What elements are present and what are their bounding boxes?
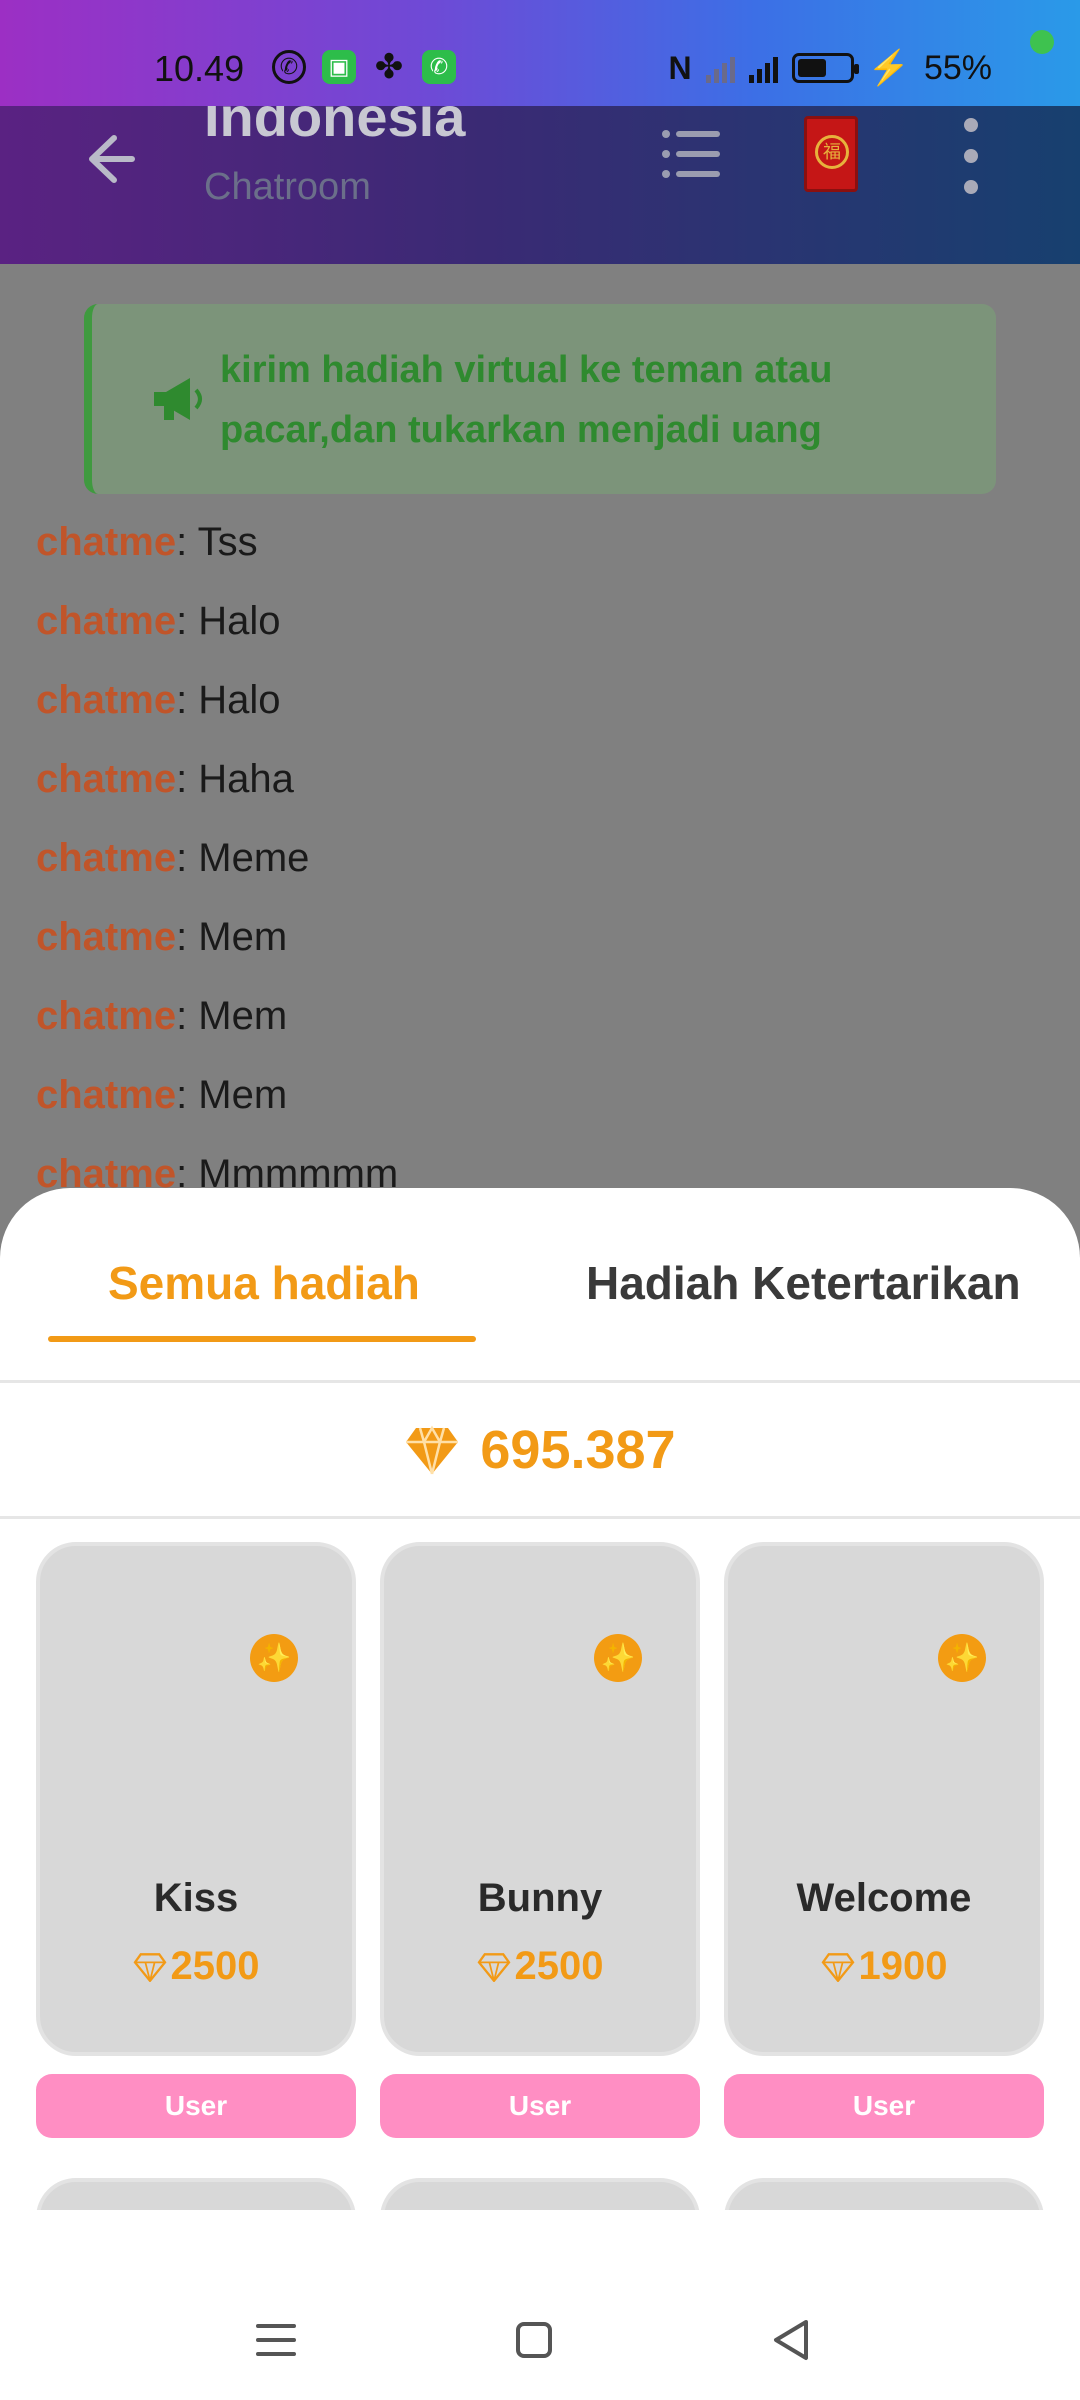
chat-username[interactable]: chatme <box>36 599 176 643</box>
chat-username[interactable]: chatme <box>36 520 176 564</box>
back-triangle-icon[interactable] <box>762 2310 822 2370</box>
gift-price: 2500 <box>40 1944 352 1989</box>
chat-text: : Mem <box>176 994 288 1038</box>
nfc-icon: N <box>668 49 692 86</box>
gift-tag-user: User <box>724 2074 1044 2138</box>
gift-price-value: 2500 <box>170 1944 260 1988</box>
system-indicators: N ⚡ 55% <box>668 48 992 88</box>
diamond-icon <box>406 1425 459 1475</box>
gift-card-partial[interactable] <box>36 2178 356 2210</box>
privacy-indicator-dot <box>1030 30 1054 54</box>
signal-4g-icon <box>748 53 778 83</box>
signal-sim1-icon <box>705 53 735 83</box>
gift-tag-user: User <box>36 2074 356 2138</box>
chat-text: : Halo <box>176 678 281 722</box>
diamond-icon <box>821 1952 854 1982</box>
room-subtitle: Chatroom <box>204 166 371 208</box>
battery-icon <box>791 53 859 83</box>
chat-username[interactable]: chatme <box>36 678 176 722</box>
gift-card-welcome[interactable]: ✨ Welcome 1900 <box>724 1542 1044 2056</box>
home-icon[interactable] <box>504 2310 564 2370</box>
chat-message: chatme: Halo <box>36 678 281 723</box>
active-tab-indicator <box>48 1336 476 1342</box>
sparkle-icon: ✨ <box>594 1634 642 1682</box>
diamond-icon <box>477 1952 510 1982</box>
battery-percent: 55% <box>923 48 992 87</box>
chat-message: chatme: Mem <box>36 994 287 1039</box>
gift-name: Welcome <box>796 1876 972 1920</box>
gift-price: 1900 <box>728 1944 1040 1989</box>
status-bar: 10.49 ✆ ▣ ✤ ✆ N ⚡ 55% <box>0 0 1080 106</box>
megaphone-icon <box>154 378 202 420</box>
balance-amount: 695.387 <box>480 1420 676 1480</box>
diamond-balance: 695.387 <box>0 1382 1080 1518</box>
chat-text: : Tss <box>176 520 258 564</box>
chat-text: : Halo <box>176 599 281 643</box>
chat-message: chatme: Halo <box>36 599 281 644</box>
chat-username[interactable]: chatme <box>36 757 176 801</box>
announcement-banner: kirim hadiah virtual ke teman atau pacar… <box>84 304 996 494</box>
divider <box>0 1516 1080 1519</box>
gift-price-value: 1900 <box>858 1944 948 1988</box>
whatsapp-icon: ✆ <box>272 50 306 84</box>
announcement-text: kirim hadiah virtual ke teman atau pacar… <box>220 349 833 451</box>
gift-price: 2500 <box>384 1944 696 1989</box>
app-bar: Indonesia Chatroom 福 <box>0 85 1080 264</box>
red-envelope-icon[interactable]: 福 <box>804 116 858 192</box>
gift-name: Kiss <box>153 1876 239 1920</box>
chat-message: chatme: Mem <box>36 915 287 960</box>
gift-tag-user: User <box>380 2074 700 2138</box>
chat-message: chatme: Haha <box>36 757 294 802</box>
gift-card-kiss[interactable]: ✨ Kiss 2500 <box>36 1542 356 2056</box>
charging-icon: ⚡ <box>867 49 910 87</box>
gift-price-value: 2500 <box>514 1944 604 1988</box>
sparkle-icon: ✨ <box>250 1634 298 1682</box>
sparkle-icon: ✨ <box>938 1634 986 1682</box>
gift-card-partial[interactable] <box>724 2178 1044 2210</box>
chat-username[interactable]: chatme <box>36 836 176 880</box>
app-notification-icon: ▣ <box>322 50 356 84</box>
tab-all-gifts[interactable]: Semua hadiah <box>108 1256 420 1310</box>
gift-card-bunny[interactable]: ✨ Bunny 2500 <box>380 1542 700 2056</box>
status-time: 10.49 <box>154 48 245 89</box>
chat-username[interactable]: chatme <box>36 915 176 959</box>
chat-area: kirim hadiah virtual ke teman atau pacar… <box>0 264 1080 1264</box>
chat-text: : Haha <box>176 757 294 801</box>
back-arrow-icon[interactable] <box>74 124 144 194</box>
notification-icons: ✆ ▣ ✤ ✆ <box>272 48 456 86</box>
gift-sheet: Semua hadiah Hadiah Ketertarikan 695.387… <box>0 1188 1080 2210</box>
more-vert-icon[interactable] <box>956 118 986 194</box>
pinwheel-icon: ✤ <box>374 48 404 86</box>
chat-message: chatme: Tss <box>36 520 258 565</box>
tab-interest-gifts[interactable]: Hadiah Ketertarikan <box>586 1256 1021 1310</box>
chat-text: : Mem <box>176 1073 288 1117</box>
chat-message: chatme: Meme <box>36 836 309 881</box>
chat-username[interactable]: chatme <box>36 1073 176 1117</box>
gift-card-partial[interactable] <box>380 2178 700 2210</box>
list-icon[interactable] <box>660 126 724 182</box>
phone-call-icon: ✆ <box>422 50 456 84</box>
chat-text: : Meme <box>176 836 310 880</box>
chat-username[interactable]: chatme <box>36 994 176 1038</box>
system-nav-bar <box>0 2210 1080 2400</box>
gift-name: Bunny <box>477 1876 603 1920</box>
chat-message: chatme: Mem <box>36 1073 287 1118</box>
gift-tabs: Semua hadiah Hadiah Ketertarikan <box>0 1188 1080 1380</box>
recents-menu-icon[interactable] <box>246 2310 306 2370</box>
diamond-icon <box>133 1952 166 1982</box>
chat-text: : Mem <box>176 915 288 959</box>
